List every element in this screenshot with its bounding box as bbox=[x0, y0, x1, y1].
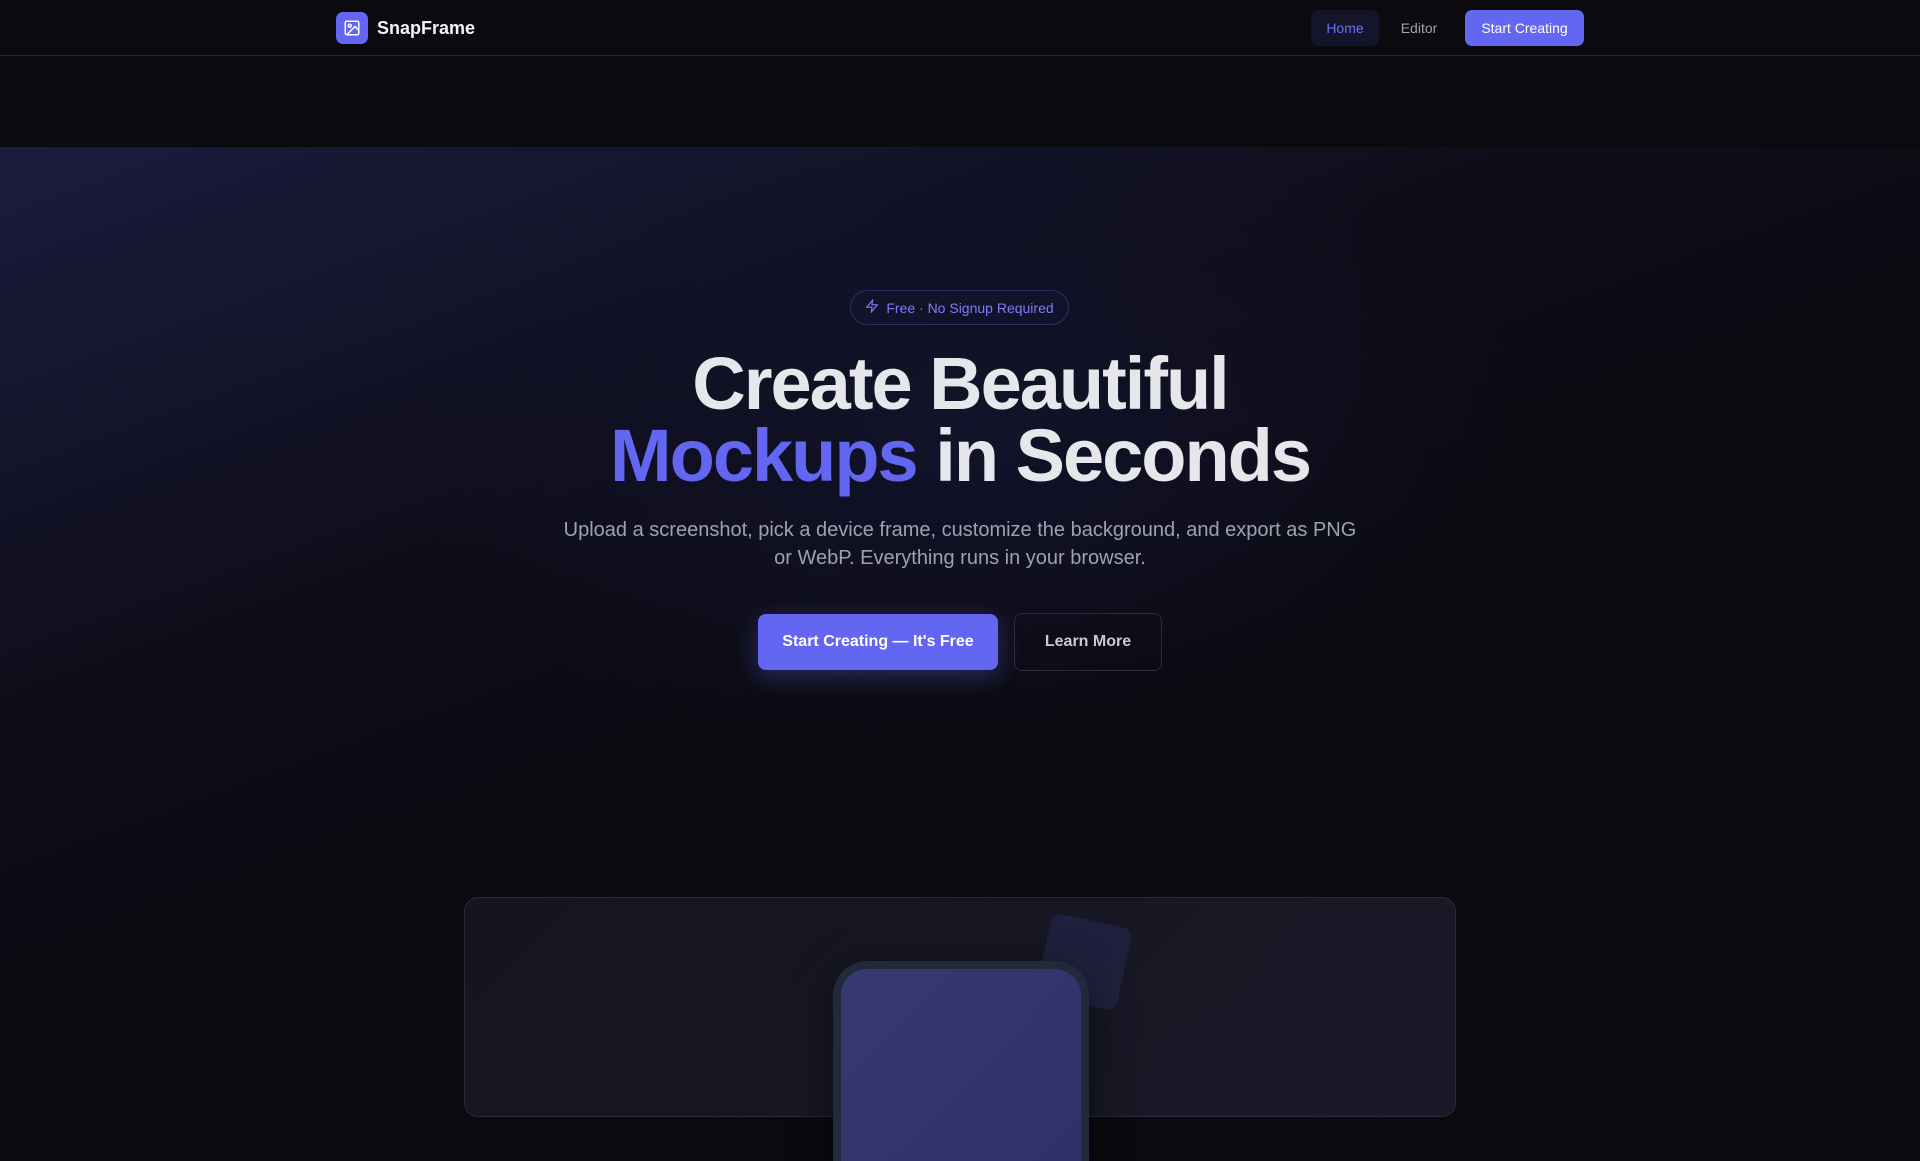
image-icon bbox=[336, 12, 368, 44]
brand-name: SnapFrame bbox=[377, 17, 476, 38]
lightning-icon bbox=[865, 298, 879, 316]
nav-link-editor[interactable]: Editor bbox=[1388, 10, 1450, 46]
hero-title-accent: Mockups bbox=[609, 414, 919, 497]
brand-logo[interactable]: SnapFrame bbox=[336, 12, 475, 44]
nav-link-home[interactable]: Home bbox=[1311, 10, 1379, 46]
learn-more-button[interactable]: Learn More bbox=[1014, 613, 1162, 671]
hero-title-line1: Create Beautiful bbox=[692, 342, 1229, 425]
phone-frame bbox=[833, 961, 1089, 1161]
hero-title-rest: in Seconds bbox=[916, 414, 1312, 497]
badge-text: Free · No Signup Required bbox=[886, 299, 1054, 316]
nav-start-creating-button[interactable]: Start Creating bbox=[1465, 10, 1584, 46]
phone-screen bbox=[841, 969, 1081, 1161]
hero-title-line2: Mockups in Seconds bbox=[0, 419, 1920, 493]
start-creating-button[interactable]: Start Creating — It's Free bbox=[758, 614, 998, 670]
hero-subtitle: Upload a screenshot, pick a device frame… bbox=[563, 519, 1357, 569]
top-nav: SnapFrame Home Editor Start Creating bbox=[0, 0, 1920, 56]
free-badge: Free · No Signup Required bbox=[850, 290, 1069, 325]
mockup-preview bbox=[464, 897, 1456, 1161]
